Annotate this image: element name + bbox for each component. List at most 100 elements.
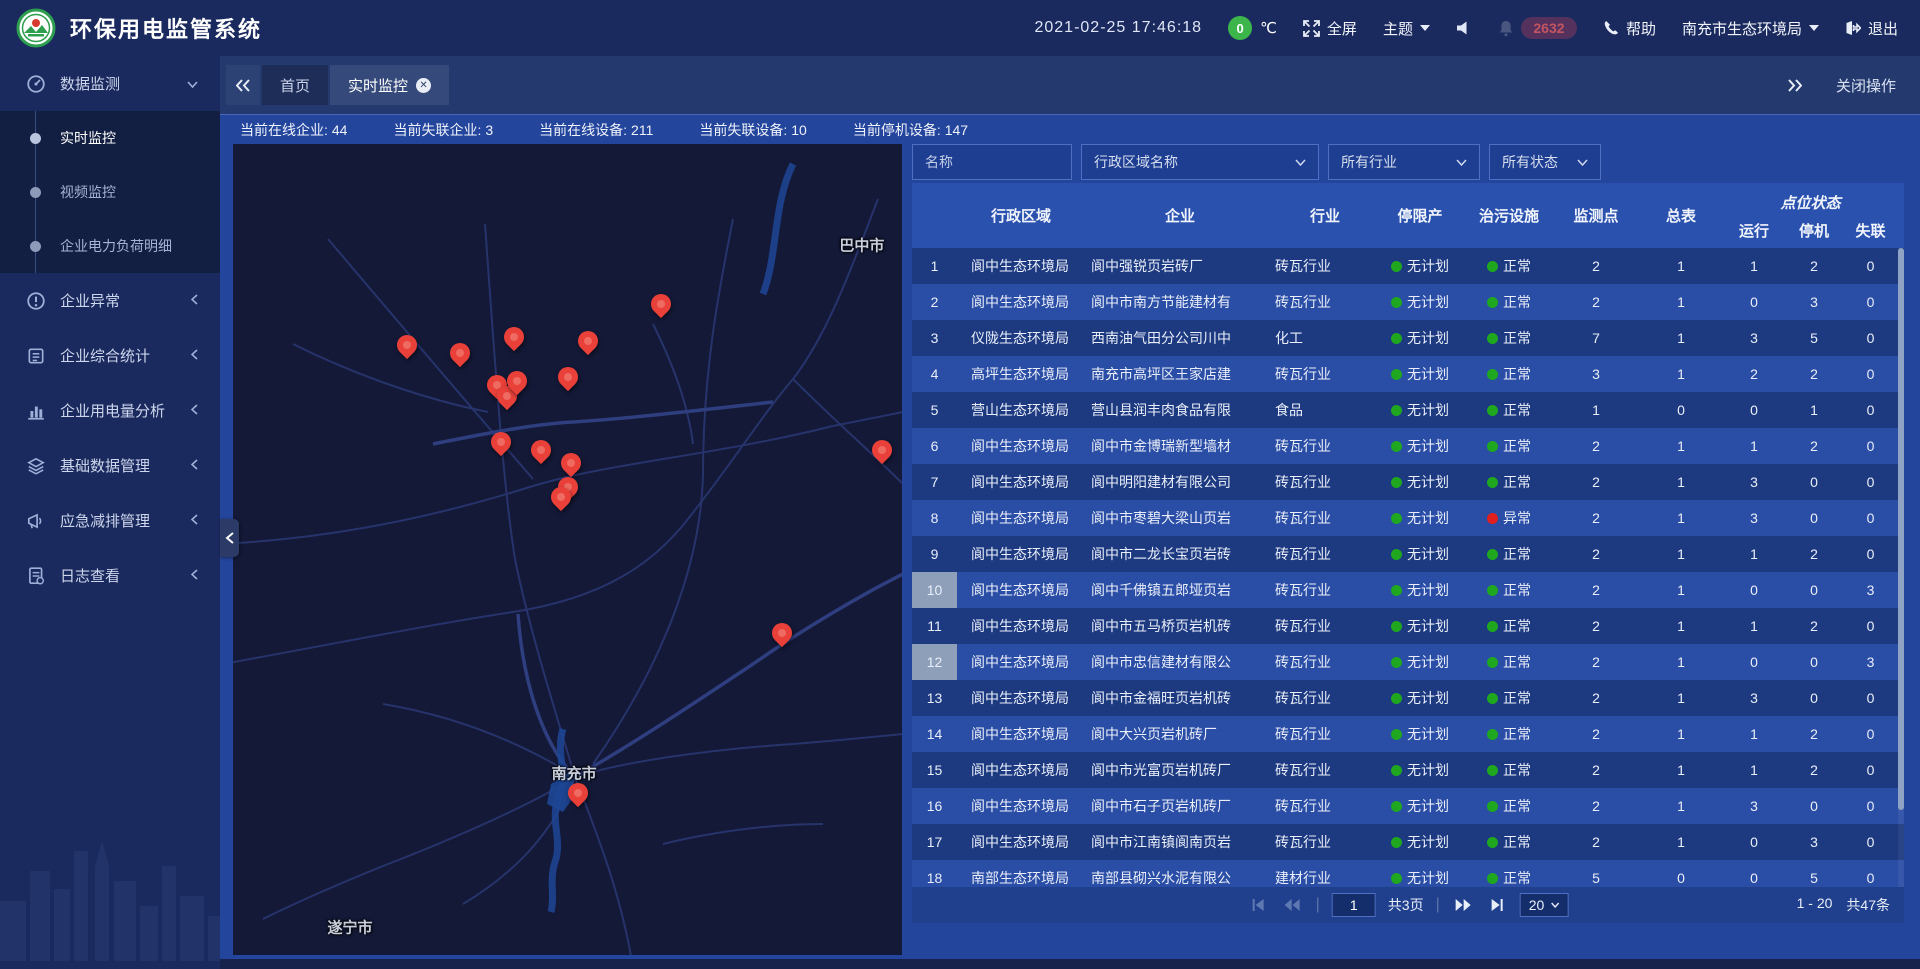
sidebar-group-2[interactable]: 企业综合统计 <box>0 328 220 383</box>
cell-facility: 正常 <box>1465 356 1553 392</box>
status-dot-green <box>1487 801 1498 812</box>
cell-stopped: 1 <box>1785 392 1843 428</box>
map-pin-icon[interactable] <box>561 453 581 473</box>
map-pin-icon[interactable] <box>872 440 892 460</box>
cell-stop-plan: 无计划 <box>1375 788 1465 824</box>
table-row[interactable]: 10阆中生态环境局阆中千佛镇五郎垭页岩砖瓦行业无计划正常21003 <box>912 572 1904 608</box>
bottom-edge <box>0 959 1920 969</box>
fullscreen-icon <box>1303 20 1320 37</box>
cell-stopped: 0 <box>1785 464 1843 500</box>
cell-points: 2 <box>1553 680 1639 716</box>
layers-icon <box>26 456 46 476</box>
close-operations-button[interactable]: 关闭操作 <box>1836 75 1896 96</box>
theme-dropdown[interactable]: 主题 <box>1383 18 1430 39</box>
table-row[interactable]: 14阆中生态环境局阆中大兴页岩机砖厂砖瓦行业无计划正常21120 <box>912 716 1904 752</box>
table-row[interactable]: 6阆中生态环境局阆中市金博瑞新型墙材砖瓦行业无计划正常21120 <box>912 428 1904 464</box>
table-row[interactable]: 7阆中生态环境局阆中明阳建材有限公司砖瓦行业无计划正常21300 <box>912 464 1904 500</box>
map-panel[interactable]: 巴中市南充市遂宁市 <box>233 144 902 955</box>
cell-run: 3 <box>1723 680 1785 716</box>
table-row[interactable]: 3仪陇生态环境局西南油气田分公司川中化工无计划正常71350 <box>912 320 1904 356</box>
status-select[interactable]: 所有状态 <box>1489 144 1601 180</box>
last-page-button[interactable] <box>1486 894 1508 916</box>
map-pin-icon[interactable] <box>651 294 671 314</box>
table-row[interactable]: 9阆中生态环境局阆中市二龙长宝页岩砖砖瓦行业无计划正常21120 <box>912 536 1904 572</box>
speaker-toggle[interactable] <box>1456 21 1472 35</box>
tabs-scroll-left-button[interactable] <box>226 65 260 105</box>
map-pin-icon[interactable] <box>558 367 578 387</box>
page-number-input[interactable] <box>1332 893 1376 917</box>
map-pin-icon[interactable] <box>450 343 470 363</box>
tabs-scroll-right-button[interactable] <box>1784 74 1806 96</box>
cell-region: 阆中生态环境局 <box>957 248 1085 284</box>
sidebar-item-企业电力负荷明细[interactable]: 企业电力负荷明细 <box>0 219 220 273</box>
table-row[interactable]: 13阆中生态环境局阆中市金福旺页岩机砖砖瓦行业无计划正常21300 <box>912 680 1904 716</box>
name-search-input[interactable] <box>912 144 1072 180</box>
cell-company: 阆中千佛镇五郎垭页岩 <box>1085 572 1275 608</box>
table-row[interactable]: 4高坪生态环境局南充市高坪区王家店建砖瓦行业无计划正常31220 <box>912 356 1904 392</box>
logout-button[interactable]: 退出 <box>1845 18 1898 39</box>
cell-facility: 正常 <box>1465 608 1553 644</box>
stats-bar: 当前在线企业:44当前失联企业:3当前在线设备:211当前失联设备:10当前停机… <box>220 114 1920 144</box>
table-row[interactable]: 17阆中生态环境局阆中市江南镇阆南页岩砖瓦行业无计划正常21030 <box>912 824 1904 860</box>
cell-stop-plan: 无计划 <box>1375 680 1465 716</box>
row-index: 11 <box>912 608 957 644</box>
cell-run: 3 <box>1723 464 1785 500</box>
cell-stopped: 5 <box>1785 860 1843 887</box>
table-row[interactable]: 8阆中生态环境局阆中市枣碧大梁山页岩砖瓦行业无计划异常21300 <box>912 500 1904 536</box>
sidebar-item-实时监控[interactable]: 实时监控 <box>0 111 220 165</box>
sidebar-group-4[interactable]: 基础数据管理 <box>0 438 220 493</box>
stat-item-2: 当前在线设备:211 <box>539 120 653 140</box>
org-dropdown[interactable]: 南充市生态环境局 <box>1682 18 1819 39</box>
status-dot-green <box>1487 369 1498 380</box>
sidebar-group-5[interactable]: 应急减排管理 <box>0 493 220 548</box>
prev-page-button[interactable] <box>1282 894 1304 916</box>
sidebar-collapse-handle[interactable] <box>220 519 239 557</box>
next-page-button[interactable] <box>1452 894 1474 916</box>
tab-realtime-monitoring[interactable]: 实时监控 ✕ <box>330 65 449 105</box>
map-pin-icon[interactable] <box>397 335 417 355</box>
table-scrollbar[interactable] <box>1898 248 1904 887</box>
cell-lost: 0 <box>1843 860 1898 887</box>
industry-select[interactable]: 所有行业 <box>1328 144 1480 180</box>
region-select[interactable]: 行政区域名称 <box>1081 144 1319 180</box>
log-icon <box>26 566 46 586</box>
notification-bell[interactable]: 2632 <box>1498 17 1577 39</box>
map-pin-icon[interactable] <box>772 623 792 643</box>
sidebar-group-6[interactable]: 日志查看 <box>0 548 220 603</box>
sidebar-group-3[interactable]: 企业用电量分析 <box>0 383 220 438</box>
fullscreen-button[interactable]: 全屏 <box>1303 18 1357 39</box>
map-pin-icon[interactable] <box>491 432 511 452</box>
cell-run: 0 <box>1723 824 1785 860</box>
map-pin-icon[interactable] <box>507 371 527 391</box>
table-row[interactable]: 18南部生态环境局南部县砌兴水泥有限公建材行业无计划正常50050 <box>912 860 1904 887</box>
help-button[interactable]: 帮助 <box>1603 18 1656 39</box>
map-pin-icon[interactable] <box>551 487 571 507</box>
map-pin-icon[interactable] <box>504 327 524 347</box>
sidebar-group-0[interactable]: 数据监测 <box>0 56 220 111</box>
cell-region: 南部生态环境局 <box>957 860 1085 887</box>
col-industry: 行业 <box>1275 183 1375 248</box>
first-page-button[interactable] <box>1248 894 1270 916</box>
table-row[interactable]: 16阆中生态环境局阆中市石子页岩机砖厂砖瓦行业无计划正常21300 <box>912 788 1904 824</box>
map-pin-icon[interactable] <box>578 331 598 351</box>
chevron-left-icon <box>191 457 198 474</box>
page-size-select[interactable]: 20 <box>1520 893 1569 917</box>
table-row[interactable]: 2阆中生态环境局阆中市南方节能建材有砖瓦行业无计划正常21030 <box>912 284 1904 320</box>
sidebar-item-视频监控[interactable]: 视频监控 <box>0 165 220 219</box>
table-row[interactable]: 1阆中生态环境局阆中强锐页岩砖厂砖瓦行业无计划正常21120 <box>912 248 1904 284</box>
table-row[interactable]: 15阆中生态环境局阆中市光富页岩机砖厂砖瓦行业无计划正常21120 <box>912 752 1904 788</box>
table-row[interactable]: 11阆中生态环境局阆中市五马桥页岩机砖砖瓦行业无计划正常21120 <box>912 608 1904 644</box>
status-dot-green <box>1487 261 1498 272</box>
table-row[interactable]: 5营山生态环境局营山县润丰肉食品有限食品无计划正常10010 <box>912 392 1904 428</box>
col-facility: 治污设施 <box>1465 183 1553 248</box>
status-dot-green <box>1487 657 1498 668</box>
map-pin-icon[interactable] <box>531 440 551 460</box>
row-index: 1 <box>912 248 957 284</box>
cell-company: 阆中市二龙长宝页岩砖 <box>1085 536 1275 572</box>
table-row[interactable]: 12阆中生态环境局阆中市忠信建材有限公砖瓦行业无计划正常21003 <box>912 644 1904 680</box>
tab-close-icon[interactable]: ✕ <box>416 78 431 93</box>
tab-home[interactable]: 首页 <box>262 65 328 105</box>
map-pin-icon[interactable] <box>568 783 588 803</box>
cell-meter: 0 <box>1639 860 1723 887</box>
sidebar-group-1[interactable]: 企业异常 <box>0 273 220 328</box>
